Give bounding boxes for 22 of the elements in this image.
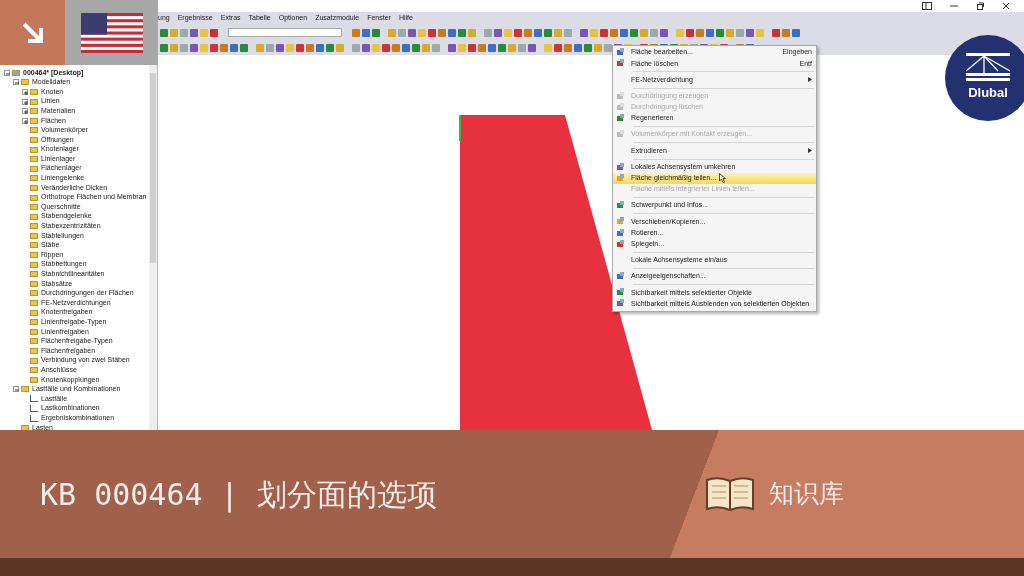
expander-icon[interactable] <box>4 69 10 76</box>
scrollbar[interactable] <box>149 65 157 430</box>
expander-icon[interactable] <box>22 89 28 95</box>
us-flag-icon <box>80 12 143 53</box>
restore-icon[interactable] <box>976 2 984 10</box>
expander-icon[interactable] <box>13 79 19 86</box>
layout-icon[interactable] <box>922 2 932 10</box>
category-label: 知识库 <box>769 478 844 510</box>
close-icon[interactable] <box>1002 2 1010 10</box>
submenu-arrow-icon <box>808 148 812 154</box>
submenu-arrow-icon <box>808 77 812 83</box>
expander-icon[interactable] <box>22 117 28 124</box>
expander-icon[interactable] <box>13 386 19 393</box>
minimize-icon[interactable] <box>950 2 958 10</box>
model-icon <box>12 69 20 76</box>
folder-icon <box>21 424 29 430</box>
expander-icon[interactable] <box>22 108 28 115</box>
expander-icon[interactable] <box>22 98 28 105</box>
toolbar-dropdown[interactable] <box>228 28 342 37</box>
cursor-icon <box>719 173 727 184</box>
banner-title: KB 000464 | 划分面的选项 <box>40 475 438 515</box>
book-icon <box>705 476 755 512</box>
